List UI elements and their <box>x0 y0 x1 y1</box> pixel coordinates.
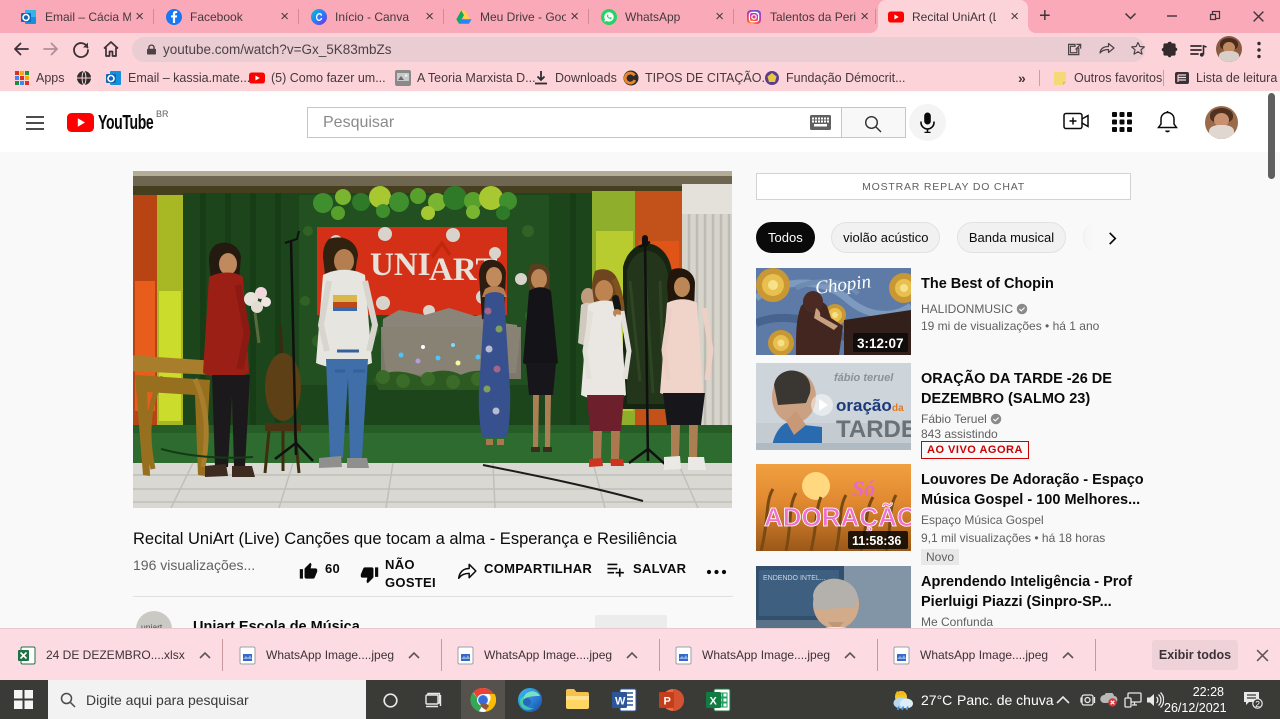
svg-text:da: da <box>892 403 904 414</box>
svg-text:TARDE: TARDE <box>836 416 911 443</box>
svg-text:ADORAÇÃO: ADORAÇÃO <box>764 502 911 532</box>
svg-text:W: W <box>615 696 626 708</box>
svg-text:Só: Só <box>852 476 875 501</box>
svg-text:3:12:07: 3:12:07 <box>857 336 904 351</box>
svg-text:oração: oração <box>836 396 892 415</box>
svg-text:ENDENDO INTEL...: ENDENDO INTEL... <box>763 575 826 582</box>
svg-text:P: P <box>664 696 671 708</box>
svg-text:11:58:36: 11:58:36 <box>852 534 901 548</box>
svg-text:fábio teruel: fábio teruel <box>834 372 894 384</box>
svg-text:X: X <box>710 696 718 708</box>
svg-text:UNI: UNI <box>370 247 431 283</box>
svg-text:2: 2 <box>1255 699 1260 709</box>
